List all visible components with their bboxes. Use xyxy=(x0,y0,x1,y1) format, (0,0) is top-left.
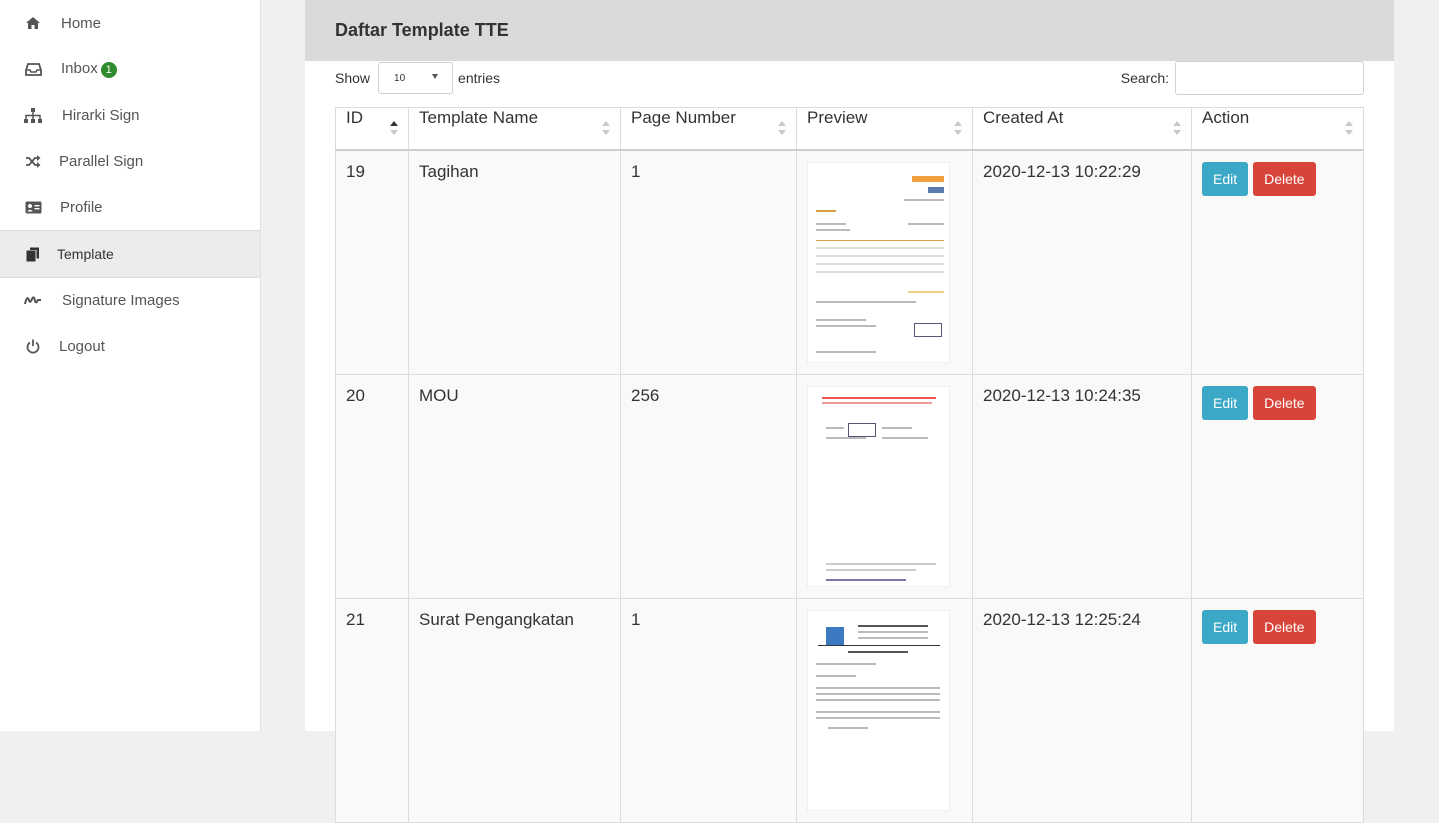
column-header-template-name[interactable]: Template Name xyxy=(408,107,621,151)
column-header-id[interactable]: ID xyxy=(335,107,409,151)
sidebar-item-label: Signature Images xyxy=(62,291,180,309)
sidebar-item-label: Template xyxy=(57,246,114,262)
column-header-preview[interactable]: Preview xyxy=(796,107,973,151)
cell-preview xyxy=(796,374,973,599)
delete-button[interactable]: Delete xyxy=(1253,610,1316,644)
entries-label: entries xyxy=(458,70,501,86)
sidebar-item-label: Profile xyxy=(60,198,103,216)
cell-id: 20 xyxy=(335,374,409,599)
entries-length-control: Show 10 entries xyxy=(335,62,500,94)
sidebar-item-signature-images[interactable]: Signature Images xyxy=(0,277,260,323)
cell-created-at: 2020-12-13 12:25:24 xyxy=(972,598,1192,823)
template-preview-image[interactable] xyxy=(807,162,950,363)
page-title: Daftar Template TTE xyxy=(305,0,1394,61)
sidebar-item-label: Home xyxy=(61,14,102,32)
cell-page-number: 1 xyxy=(620,598,797,823)
template-preview-image[interactable] xyxy=(807,386,950,587)
sidebar: Home Inbox 1 Hirarki Sign Parallel Sign P… xyxy=(0,0,261,731)
delete-button[interactable]: Delete xyxy=(1253,386,1316,420)
template-table: ID Template Name Page Number Preview Cre… xyxy=(335,107,1364,823)
sidebar-item-label: Logout xyxy=(59,337,105,355)
entries-select[interactable]: 10 xyxy=(378,62,454,94)
cell-template-name: Tagihan xyxy=(408,149,621,375)
shuffle-icon xyxy=(24,152,42,170)
sidebar-item-logout[interactable]: Logout xyxy=(0,323,260,369)
sidebar-item-label: Parallel Sign xyxy=(59,152,144,170)
cell-action: Edit Delete xyxy=(1191,374,1364,599)
cell-id: 19 xyxy=(335,149,409,375)
cell-preview xyxy=(796,598,973,823)
cell-id: 21 xyxy=(335,598,409,823)
template-preview-image[interactable] xyxy=(807,610,950,811)
table-header-row: ID Template Name Page Number Preview Cre… xyxy=(335,107,1364,151)
column-header-action[interactable]: Action xyxy=(1191,107,1364,151)
chevron-down-icon xyxy=(432,74,439,79)
delete-button[interactable]: Delete xyxy=(1253,162,1316,196)
cell-template-name: Surat Pengangkatan xyxy=(408,598,621,823)
table-row: 19 Tagihan 1 2020-12-13 10:22:29 Edit De… xyxy=(335,149,1364,375)
cell-page-number: 1 xyxy=(620,149,797,375)
signature-icon xyxy=(24,291,42,309)
search-label: Search: xyxy=(1120,70,1169,86)
sidebar-item-home[interactable]: Home xyxy=(0,0,260,46)
cell-created-at: 2020-12-13 10:22:29 xyxy=(972,149,1192,375)
id-card-icon xyxy=(24,198,42,216)
edit-button[interactable]: Edit xyxy=(1202,162,1249,196)
show-label: Show xyxy=(335,70,371,86)
sidebar-item-inbox[interactable]: Inbox 1 xyxy=(0,46,260,92)
cell-action: Edit Delete xyxy=(1191,149,1364,375)
inbox-icon xyxy=(24,60,42,78)
sort-icon xyxy=(778,121,786,137)
power-icon xyxy=(24,337,42,355)
edit-button[interactable]: Edit xyxy=(1202,610,1249,644)
sort-icon xyxy=(954,121,962,137)
search-input[interactable] xyxy=(1175,61,1364,95)
table-row: 21 Surat Pengangkatan 1 2020-12-13 12:25… xyxy=(335,598,1364,823)
sort-icon xyxy=(1345,121,1353,137)
sidebar-item-profile[interactable]: Profile xyxy=(0,184,260,230)
column-header-page-number[interactable]: Page Number xyxy=(620,107,797,151)
search-control: Search: xyxy=(1120,61,1364,95)
inbox-count-badge: 1 xyxy=(100,61,117,78)
template-panel: Daftar Template TTE Show 10 entries Sear… xyxy=(305,0,1394,823)
cell-page-number: 256 xyxy=(620,374,797,599)
column-header-created-at[interactable]: Created At xyxy=(972,107,1192,151)
sidebar-item-label: Inbox xyxy=(61,60,98,78)
table-row: 20 MOU 256 2020-12-13 10:24:35 Edit Dele… xyxy=(335,374,1364,599)
sidebar-item-template[interactable]: Template xyxy=(0,230,260,278)
sidebar-item-hirarki-sign[interactable]: Hirarki Sign xyxy=(0,92,260,138)
sort-icon xyxy=(390,121,398,137)
sort-icon xyxy=(602,121,610,137)
sidebar-item-parallel-sign[interactable]: Parallel Sign xyxy=(0,138,260,184)
copy-icon xyxy=(24,245,42,263)
cell-action: Edit Delete xyxy=(1191,598,1364,823)
cell-created-at: 2020-12-13 10:24:35 xyxy=(972,374,1192,599)
cell-template-name: MOU xyxy=(408,374,621,599)
sort-icon xyxy=(1173,121,1181,137)
sitemap-icon xyxy=(24,106,42,124)
entries-select-value: 10 xyxy=(394,73,406,84)
sidebar-item-label: Hirarki Sign xyxy=(62,106,140,124)
cell-preview xyxy=(796,149,973,375)
home-icon xyxy=(24,14,42,32)
edit-button[interactable]: Edit xyxy=(1202,386,1249,420)
